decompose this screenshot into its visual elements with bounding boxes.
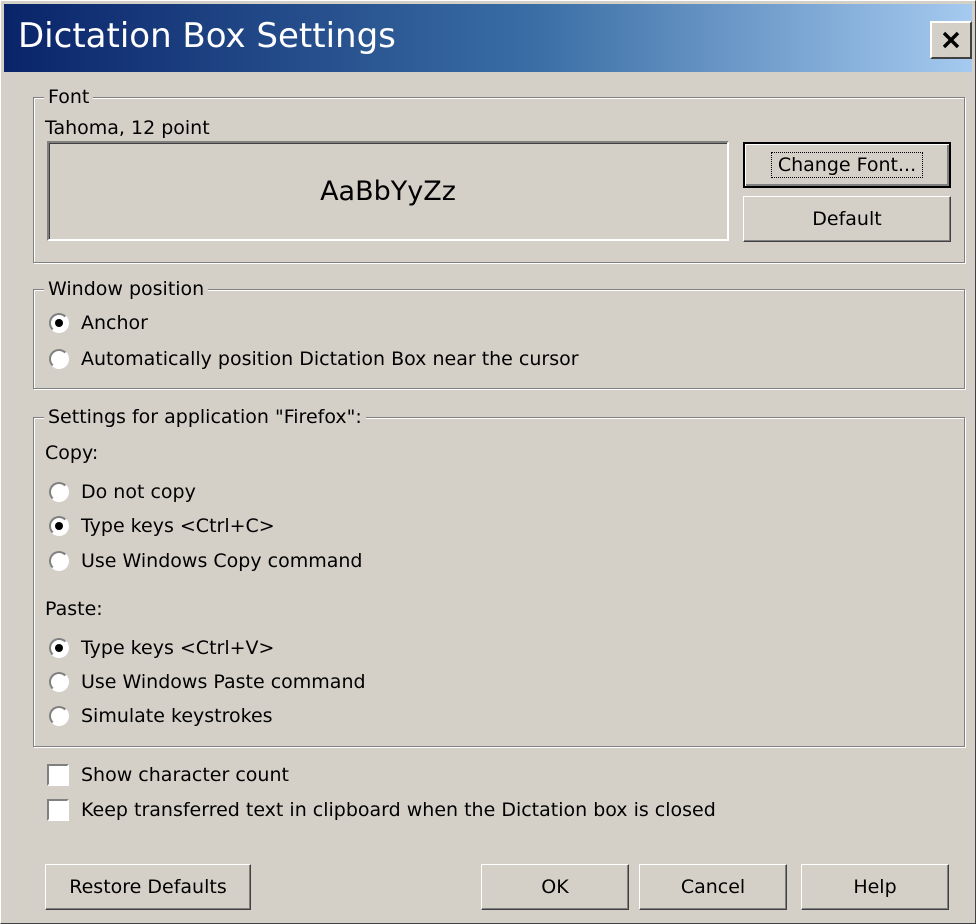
window-position-legend: Window position bbox=[44, 277, 209, 301]
radio-button[interactable] bbox=[49, 551, 69, 571]
cancel-label: Cancel bbox=[680, 876, 746, 898]
checkbox-keep-in-clipboard[interactable]: Keep transferred text in clipboard when … bbox=[47, 799, 716, 821]
checkbox-label: Show character count bbox=[81, 764, 289, 786]
radio-button[interactable] bbox=[49, 638, 69, 658]
radio-label: Do not copy bbox=[81, 481, 196, 503]
radio-label: Type keys <Ctrl+V> bbox=[81, 637, 275, 659]
help-label: Help bbox=[853, 876, 897, 898]
restore-defaults-label: Restore Defaults bbox=[69, 876, 227, 898]
radio-button[interactable] bbox=[49, 313, 69, 333]
restore-defaults-button[interactable]: Restore Defaults bbox=[45, 864, 251, 910]
window-position-group: Window position bbox=[33, 277, 965, 389]
checkbox[interactable] bbox=[47, 764, 69, 786]
radio-anchor[interactable]: Anchor bbox=[49, 312, 148, 334]
radio-type-keys-paste[interactable]: Type keys <Ctrl+V> bbox=[49, 637, 274, 659]
radio-auto-position[interactable]: Automatically position Dictation Box nea… bbox=[49, 348, 579, 370]
window-title: Dictation Box Settings bbox=[18, 16, 396, 56]
font-group-legend: Font bbox=[44, 85, 94, 109]
default-font-button-label: Default bbox=[812, 208, 882, 230]
radio-label: Type keys <Ctrl+C> bbox=[81, 515, 275, 537]
radio-button[interactable] bbox=[49, 672, 69, 692]
app-settings-legend: Settings for application "Firefox": bbox=[44, 405, 366, 429]
radio-windows-paste[interactable]: Use Windows Paste command bbox=[49, 671, 366, 693]
close-icon bbox=[942, 31, 960, 49]
app-settings-group: Settings for application "Firefox": bbox=[33, 405, 965, 747]
close-button[interactable] bbox=[930, 21, 972, 59]
help-button[interactable]: Help bbox=[801, 864, 949, 910]
paste-section-label: Paste: bbox=[45, 598, 103, 620]
radio-button[interactable] bbox=[49, 482, 69, 502]
radio-button[interactable] bbox=[49, 349, 69, 369]
ok-button[interactable]: OK bbox=[481, 864, 629, 910]
copy-section-label: Copy: bbox=[45, 442, 99, 464]
font-preview-text: AaBbYyZz bbox=[320, 175, 456, 207]
change-font-button-label: Change Font... bbox=[770, 152, 924, 178]
font-preview-box: AaBbYyZz bbox=[47, 141, 729, 241]
checkbox[interactable] bbox=[47, 799, 69, 821]
dialog-window: Dictation Box Settings Font Tahoma, 12 p… bbox=[0, 0, 976, 924]
default-font-button[interactable]: Default bbox=[743, 196, 951, 242]
current-font-label: Tahoma, 12 point bbox=[45, 117, 210, 139]
radio-type-keys-copy[interactable]: Type keys <Ctrl+C> bbox=[49, 515, 275, 537]
change-font-button[interactable]: Change Font... bbox=[743, 142, 951, 188]
ok-label: OK bbox=[541, 876, 569, 898]
checkbox-label: Keep transferred text in clipboard when … bbox=[81, 799, 716, 821]
title-bar[interactable]: Dictation Box Settings bbox=[4, 4, 972, 72]
radio-label: Use Windows Copy command bbox=[81, 550, 363, 572]
radio-label: Use Windows Paste command bbox=[81, 671, 366, 693]
radio-simulate-keystrokes[interactable]: Simulate keystrokes bbox=[49, 705, 273, 727]
checkbox-show-character-count[interactable]: Show character count bbox=[47, 764, 289, 786]
radio-button[interactable] bbox=[49, 706, 69, 726]
radio-label: Simulate keystrokes bbox=[81, 705, 273, 727]
radio-do-not-copy[interactable]: Do not copy bbox=[49, 481, 196, 503]
radio-label: Automatically position Dictation Box nea… bbox=[81, 348, 579, 370]
radio-button[interactable] bbox=[49, 516, 69, 536]
cancel-button[interactable]: Cancel bbox=[639, 864, 787, 910]
radio-windows-copy[interactable]: Use Windows Copy command bbox=[49, 550, 362, 572]
radio-label: Anchor bbox=[81, 312, 148, 334]
